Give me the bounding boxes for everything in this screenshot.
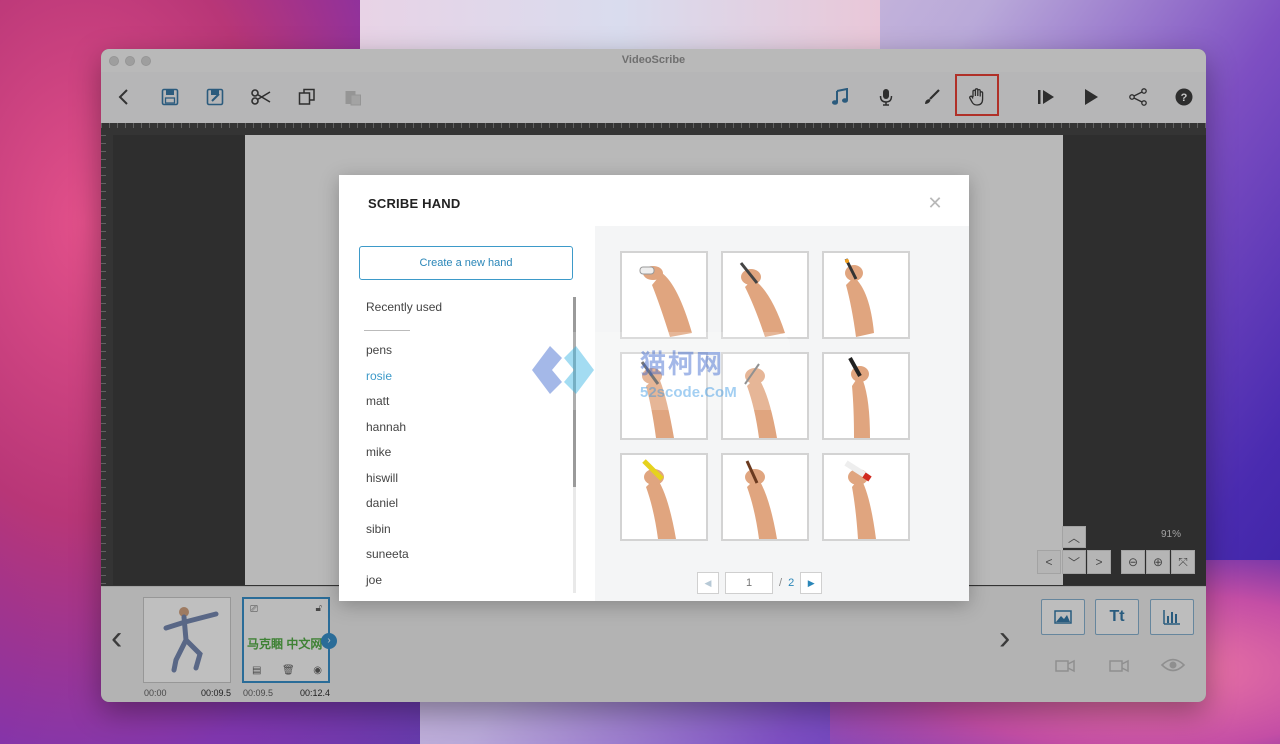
hand-with-pen-image <box>745 460 777 539</box>
hand-list-item[interactable]: sibin <box>366 521 409 547</box>
hand-list-item[interactable]: hannah <box>366 419 409 445</box>
hand-list: pens rosie matt hannah mike hiswill dani… <box>366 342 409 597</box>
hand-grid-panel: ◀ 1 / 2 ▶ <box>595 226 969 601</box>
close-icon[interactable]: ✕ <box>927 194 943 212</box>
hand-list-item-selected[interactable]: rosie <box>366 368 409 394</box>
hand-with-black-marker-image <box>848 357 870 438</box>
create-new-hand-button[interactable]: Create a new hand <box>359 246 573 280</box>
watermark: 猫柯网 52scode.CoM <box>490 330 790 412</box>
hand-with-eraser-image <box>639 266 692 337</box>
watermark-url: 52scode.CoM <box>640 384 737 401</box>
hand-list-item[interactable]: mike <box>366 444 409 470</box>
page-total: 2 <box>788 577 795 589</box>
pagination: ◀ 1 / 2 ▶ <box>697 571 823 595</box>
triangle-right-icon: ▶ <box>807 577 815 588</box>
hand-list-item[interactable]: hiswill <box>366 470 409 496</box>
hand-option[interactable] <box>620 453 708 541</box>
hand-with-highlighter-image <box>642 459 676 539</box>
hand-list-item[interactable]: matt <box>366 393 409 419</box>
divider <box>364 330 410 331</box>
hand-list-item[interactable]: joe <box>366 572 409 598</box>
hand-list-item[interactable]: pens <box>366 342 409 368</box>
hand-option[interactable] <box>620 251 708 339</box>
page-separator: / <box>779 577 783 589</box>
hand-with-red-marker-image <box>844 460 876 539</box>
prev-page-button[interactable]: ◀ <box>697 572 719 594</box>
hand-option[interactable] <box>822 251 910 339</box>
hand-option[interactable] <box>721 251 809 339</box>
hand-list-item[interactable]: daniel <box>366 495 409 521</box>
recently-used-label: Recently used <box>366 300 443 314</box>
hand-list-item[interactable]: suneeta <box>366 546 409 572</box>
triangle-left-icon: ◀ <box>704 577 712 588</box>
hand-with-marker-image <box>844 258 874 337</box>
hand-option[interactable] <box>721 453 809 541</box>
hand-option[interactable] <box>822 352 910 440</box>
dialog-title: SCRIBE HAND <box>368 196 461 211</box>
hand-option[interactable] <box>822 453 910 541</box>
next-page-button[interactable]: ▶ <box>800 572 823 594</box>
page-number-input[interactable]: 1 <box>725 572 773 594</box>
watermark-title: 猫柯网 <box>640 349 725 379</box>
hand-with-pen-image <box>739 262 785 337</box>
